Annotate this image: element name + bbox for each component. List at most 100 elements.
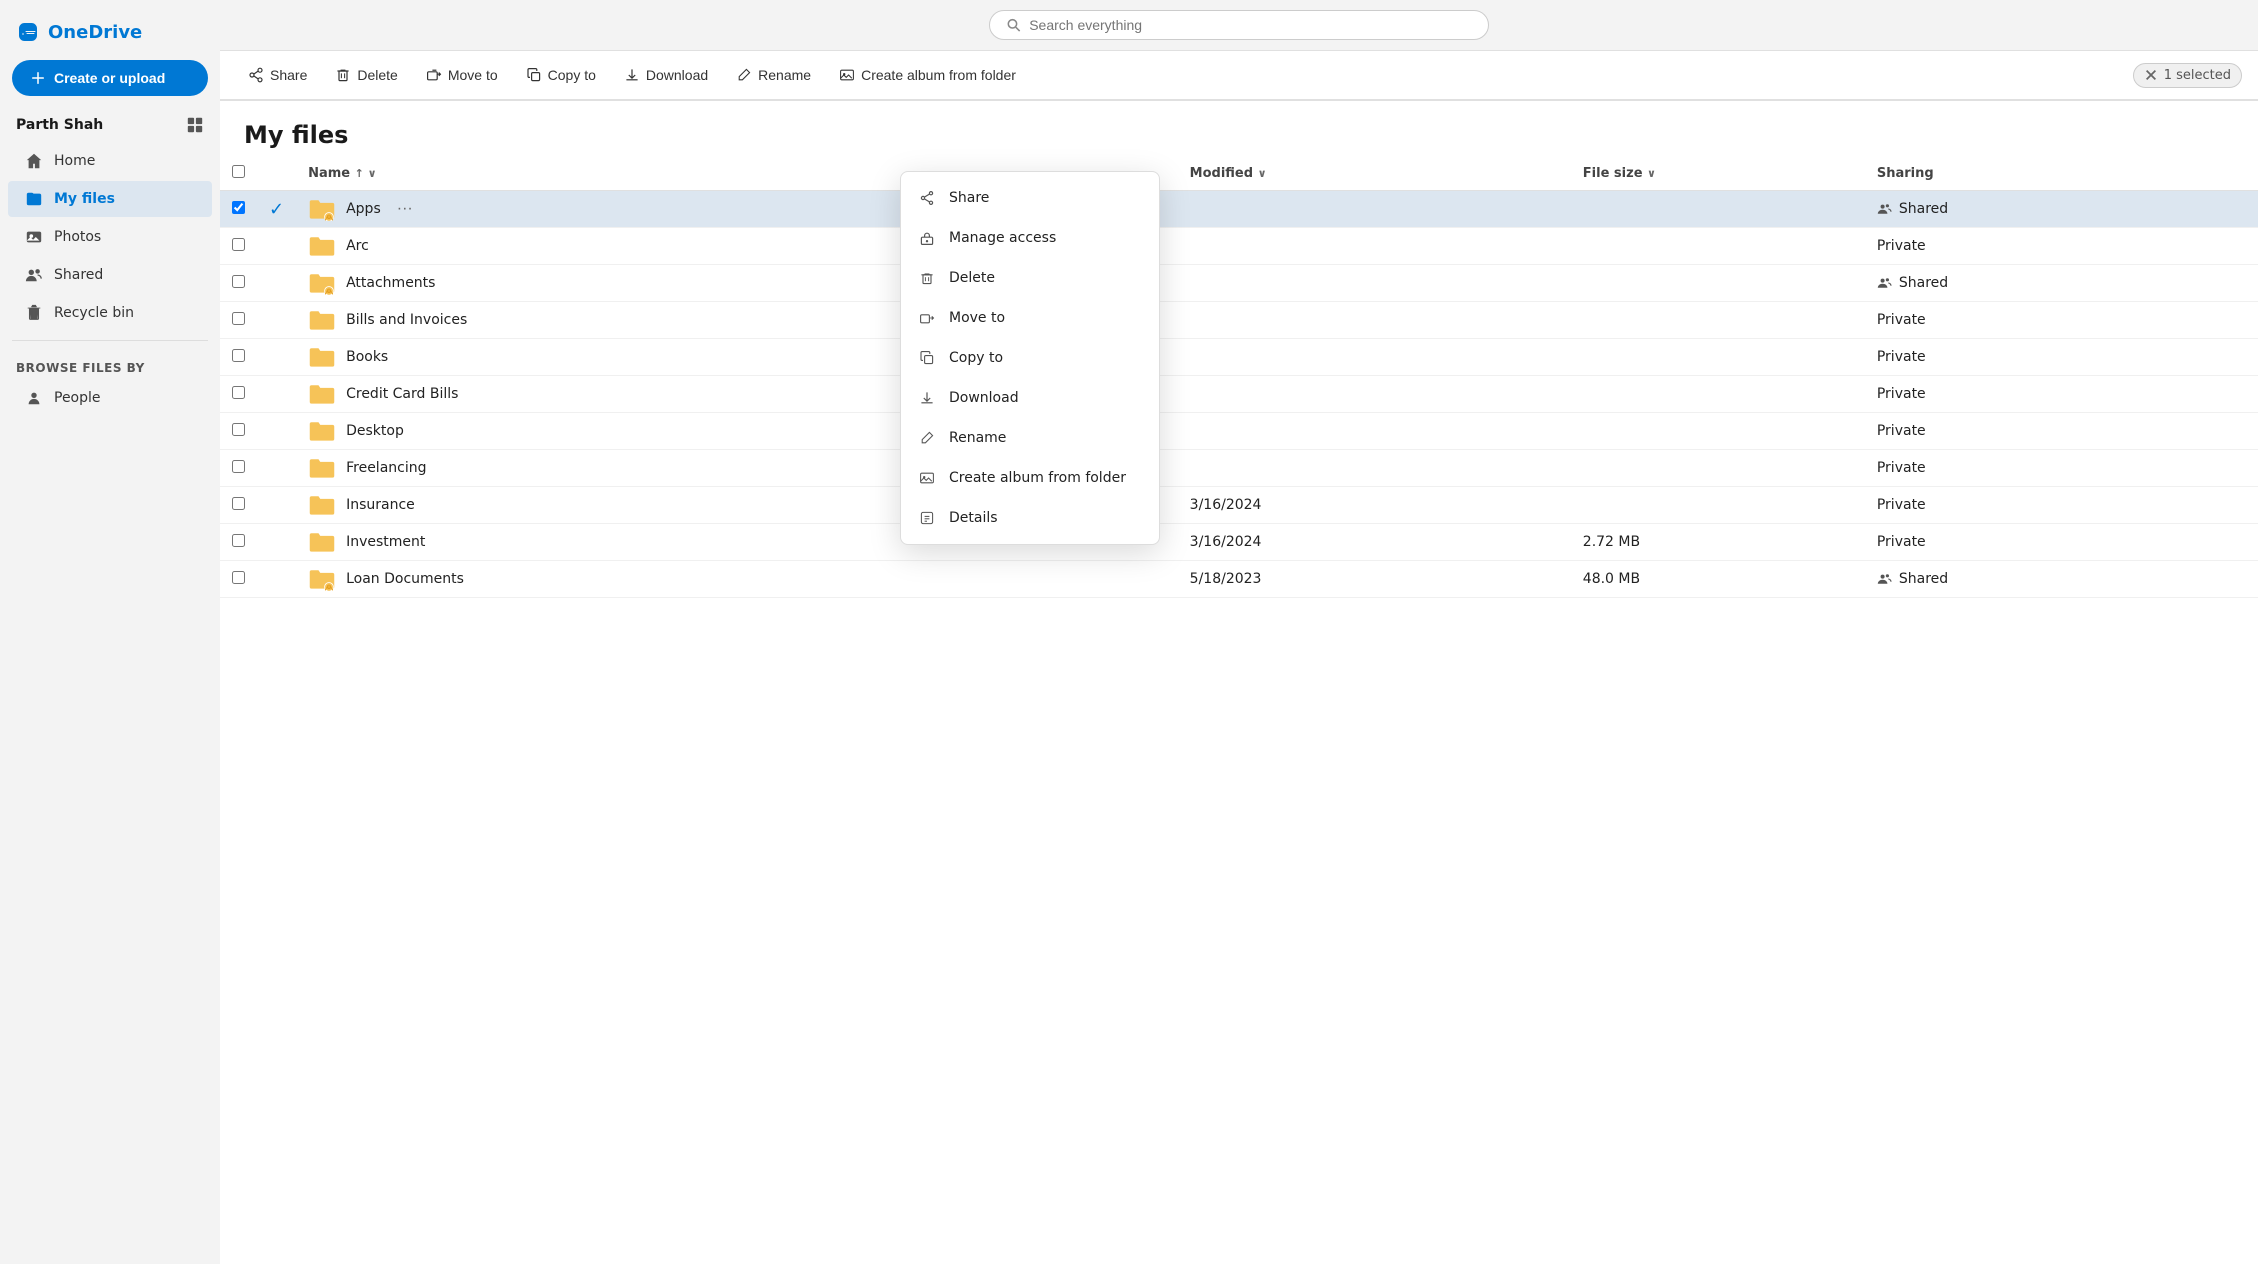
sharing-label: Shared (1899, 571, 1948, 587)
sidebar-item-my-files[interactable]: My files (8, 181, 212, 217)
row-checkbox-cell[interactable] (220, 487, 257, 524)
row-modified-cell (1178, 450, 1571, 487)
file-table: Name ↑ ∨ Modified ∨ File size ∨ Sharing (220, 157, 2258, 598)
sort-filesize-icon: ∨ (1647, 167, 1656, 180)
col-modified-header[interactable]: Modified ∨ (1178, 157, 1571, 191)
row-icon-cell (257, 302, 296, 339)
context-menu-label: Copy to (949, 350, 1003, 366)
context-menu-item-details[interactable]: Details (901, 498, 1159, 538)
copy-to-button[interactable]: Copy to (514, 61, 608, 89)
download-button[interactable]: Download (612, 61, 720, 89)
file-name: Attachments (346, 275, 435, 291)
row-checkbox[interactable] (232, 423, 245, 436)
row-checkbox-cell[interactable] (220, 265, 257, 302)
select-all-checkbox[interactable] (232, 165, 245, 178)
col-filesize-header[interactable]: File size ∨ (1571, 157, 1865, 191)
rename-button[interactable]: Rename (724, 61, 823, 89)
row-sharing-cell: Private (1865, 302, 2258, 339)
table-row[interactable]: ✓ Apps ··· Shared (220, 191, 2258, 228)
col-sharing-header: Sharing (1865, 157, 2258, 191)
row-checkbox[interactable] (232, 497, 245, 510)
table-row[interactable]: Arc Private (220, 228, 2258, 265)
row-icon-cell (257, 376, 296, 413)
context-menu-item-move-to[interactable]: Move to (901, 298, 1159, 338)
row-sharing-cell: Private (1865, 413, 2258, 450)
row-modified-cell (1178, 413, 1571, 450)
row-name-cell[interactable]: Loan Documents (296, 561, 1178, 598)
context-menu-item-copy-to[interactable]: Copy to (901, 338, 1159, 378)
context-menu-label: Delete (949, 270, 995, 286)
sidebar-item-photos[interactable]: Photos (8, 219, 212, 255)
context-menu-item-download[interactable]: Download (901, 378, 1159, 418)
row-checkbox-cell[interactable] (220, 450, 257, 487)
row-icon-cell (257, 413, 296, 450)
row-checkbox-cell[interactable] (220, 339, 257, 376)
layout-icon[interactable] (186, 116, 204, 134)
share-button[interactable]: Share (236, 61, 319, 89)
row-modified-cell: 3/16/2024 (1178, 524, 1571, 561)
row-checkbox[interactable] (232, 460, 245, 473)
context-menu-item-create-album[interactable]: Create album from folder (901, 458, 1159, 498)
create-album-button[interactable]: Create album from folder (827, 61, 1028, 89)
search-input[interactable] (1029, 17, 1472, 33)
row-checkbox-cell[interactable] (220, 561, 257, 598)
table-row[interactable]: Desktop Private (220, 413, 2258, 450)
sidebar-item-home[interactable]: Home (8, 143, 212, 179)
row-filesize-cell (1571, 265, 1865, 302)
col-checkbox[interactable] (220, 157, 257, 191)
row-checkbox-cell[interactable] (220, 376, 257, 413)
row-checkbox[interactable] (232, 534, 245, 547)
table-row[interactable]: Loan Documents 5/18/2023 48.0 MB Shared (220, 561, 2258, 598)
row-checkbox[interactable] (232, 571, 245, 584)
context-menu-item-manage-access[interactable]: Manage access (901, 218, 1159, 258)
row-sharing-cell: Shared (1865, 561, 2258, 598)
search-icon (1006, 17, 1021, 33)
context-menu-item-delete[interactable]: Delete (901, 258, 1159, 298)
create-upload-button[interactable]: Create or upload (12, 60, 208, 96)
plus-icon (30, 70, 46, 86)
row-checkbox-cell[interactable] (220, 302, 257, 339)
row-checkbox[interactable] (232, 386, 245, 399)
context-menu-item-share[interactable]: Share (901, 178, 1159, 218)
row-modified-cell: 3/16/2024 (1178, 487, 1571, 524)
sidebar-item-people[interactable]: People (8, 380, 212, 416)
context-menu-label: Rename (949, 430, 1006, 446)
share-icon (917, 188, 937, 208)
sidebar-item-recycle-bin[interactable]: Recycle bin (8, 295, 212, 331)
row-checkbox-cell[interactable] (220, 228, 257, 265)
copy-icon (526, 67, 542, 83)
table-row[interactable]: Books Private (220, 339, 2258, 376)
file-name: Books (346, 349, 388, 365)
move-to-button[interactable]: Move to (414, 61, 510, 89)
user-name: Parth Shah (16, 117, 103, 133)
row-filesize-cell (1571, 339, 1865, 376)
table-row[interactable]: Investment 3/16/2024 2.72 MB Private (220, 524, 2258, 561)
context-menu-label: Share (949, 190, 989, 206)
trash-icon (917, 268, 937, 288)
row-checkbox[interactable] (232, 349, 245, 362)
col-icon-header (257, 157, 296, 191)
move-icon (426, 67, 442, 83)
row-checkbox[interactable] (232, 312, 245, 325)
row-checkbox-cell[interactable] (220, 413, 257, 450)
table-row[interactable]: Freelancing Private (220, 450, 2258, 487)
row-checkbox-cell[interactable] (220, 191, 257, 228)
row-filesize-cell (1571, 413, 1865, 450)
close-icon[interactable] (2144, 68, 2158, 82)
table-row[interactable]: Attachments Shared (220, 265, 2258, 302)
row-checkbox-cell[interactable] (220, 524, 257, 561)
sort-asc-icon: ↑ ∨ (355, 167, 377, 180)
delete-button[interactable]: Delete (323, 61, 409, 89)
context-menu-item-rename[interactable]: Rename (901, 418, 1159, 458)
more-options-button[interactable]: ··· (391, 198, 419, 220)
share-icon (248, 67, 264, 83)
row-checkbox[interactable] (232, 238, 245, 251)
row-checkbox[interactable] (232, 275, 245, 288)
search-box[interactable] (989, 10, 1489, 40)
table-row[interactable]: Credit Card Bills Private (220, 376, 2258, 413)
row-checkbox[interactable] (232, 201, 245, 214)
table-row[interactable]: Bills and Invoices Private (220, 302, 2258, 339)
sidebar-item-shared[interactable]: Shared (8, 257, 212, 293)
row-icon-cell (257, 450, 296, 487)
table-row[interactable]: Insurance 3/16/2024 Private (220, 487, 2258, 524)
